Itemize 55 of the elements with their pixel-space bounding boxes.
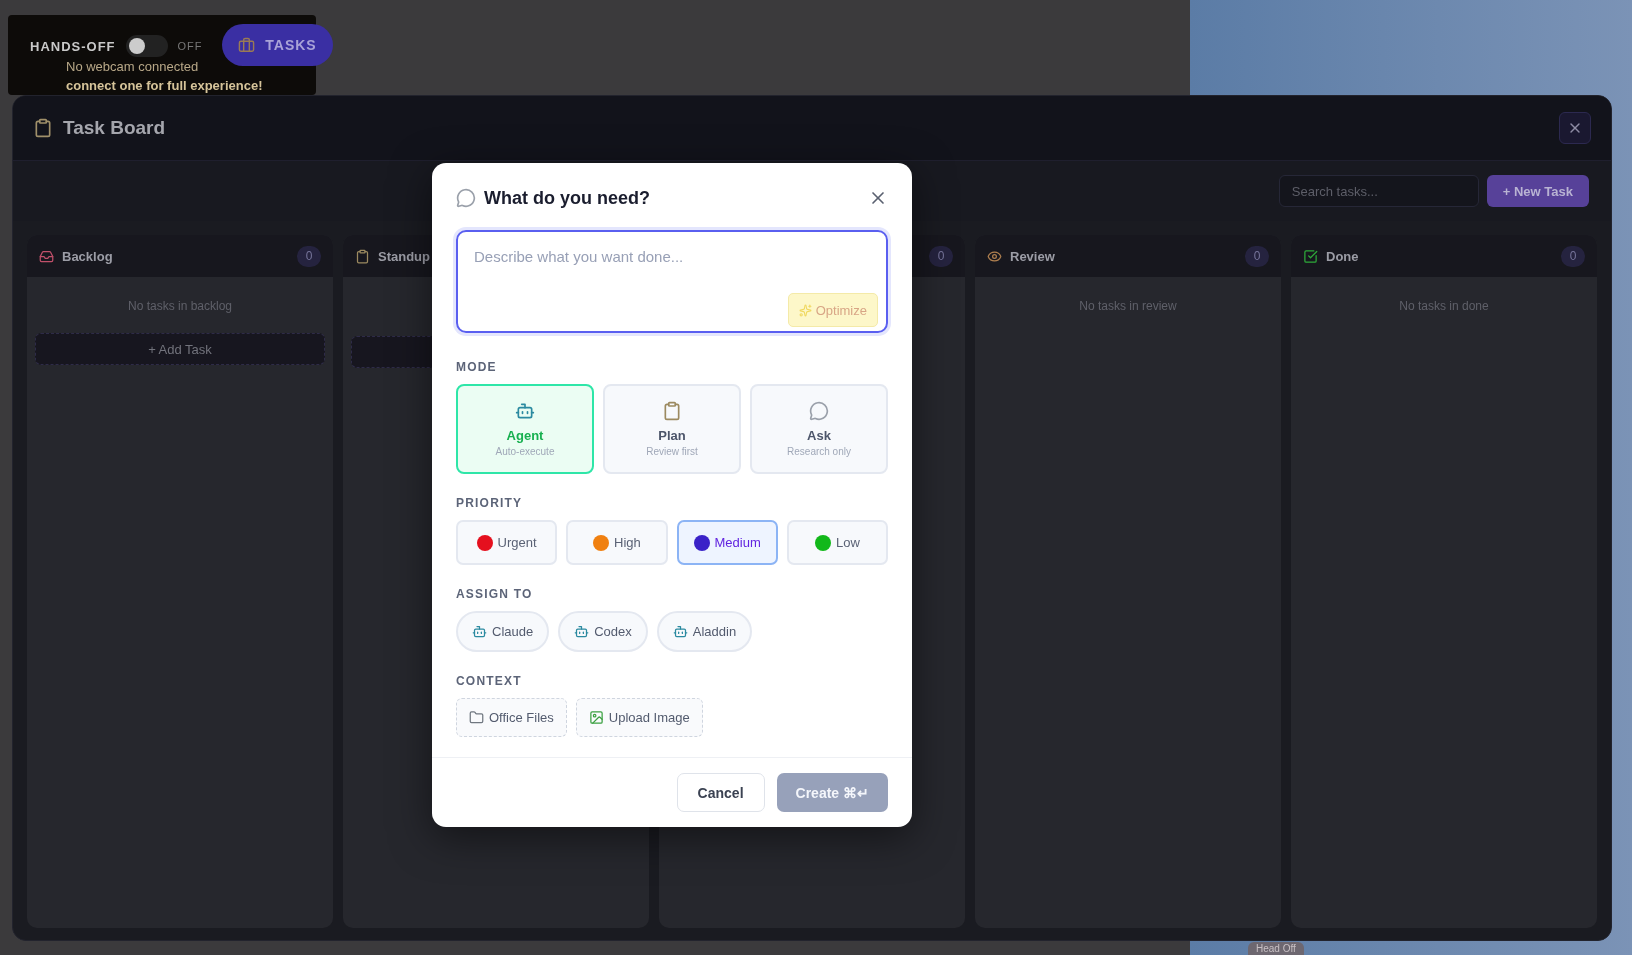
task-count: 0 [1245,245,1269,267]
column-icon [39,248,54,264]
close-button[interactable] [1559,112,1591,144]
folder-icon [469,710,484,725]
section-label: ASSIGN TO [456,587,534,601]
column-title: Standup [378,248,430,264]
column-icon [987,248,1002,264]
add-task-button[interactable]: + Add Task [35,333,325,365]
empty-message: No tasks in review [1078,299,1178,313]
column-title: Review [1010,248,1055,264]
task-count: 0 [297,245,321,267]
context-button[interactable]: Office Files [456,698,567,737]
image-icon [588,710,604,725]
context-button[interactable]: Upload Image [575,698,703,737]
toggle-state: OFF [177,40,203,52]
assignee-chip[interactable]: Claude [456,611,550,652]
task-count: 0 [1561,245,1585,267]
tasks-button[interactable]: TASKS [222,24,333,66]
dialog-title: What do you need? [484,187,651,209]
priority-option[interactable]: High [566,520,668,565]
search-field[interactable]: Search tasks... [1278,175,1479,207]
mode-option[interactable]: Plan Review first [603,384,741,474]
webcam-hint: connect one for full experience! [66,77,264,95]
robot-icon [515,401,535,421]
webcam-notice: No webcam connected [66,59,200,75]
hands-off-toggle[interactable] [125,35,168,57]
section-label: PRIORITY [456,496,524,510]
head-off-label: Head Off [1248,942,1304,955]
column-title: Done [1326,248,1359,264]
column-icon [1303,248,1318,264]
clipboard-icon [662,401,682,421]
section-label: CONTEXT [456,674,523,688]
new-task-button[interactable]: + New Task [1486,175,1589,207]
assignee-chip[interactable]: Codex [558,611,648,652]
column-icon [355,248,370,264]
empty-message: No tasks in done [1398,299,1490,313]
robot-icon [672,624,688,639]
priority-option[interactable]: Low [786,520,888,565]
priority-option[interactable]: Urgent [456,520,558,565]
clipboard-icon [33,118,53,138]
board-title: Task Board [63,117,167,139]
speech-bubble-icon [456,188,476,208]
cancel-button[interactable]: Cancel [676,773,765,812]
sparkles-icon [798,303,812,317]
robot-icon [472,624,487,639]
briefcase-icon [238,36,256,54]
robot-icon [574,624,590,639]
mode-option[interactable]: Ask Research only [750,384,888,474]
priority-option[interactable]: Medium [676,520,778,565]
hands-off-label: HANDS-OFF [30,38,116,54]
section-label: MODE [456,360,498,374]
column-title: Backlog [62,248,113,264]
speech-bubble-icon [809,401,829,421]
assignee-chip[interactable]: Aladdin [656,611,753,652]
task-count: 0 [929,245,953,267]
